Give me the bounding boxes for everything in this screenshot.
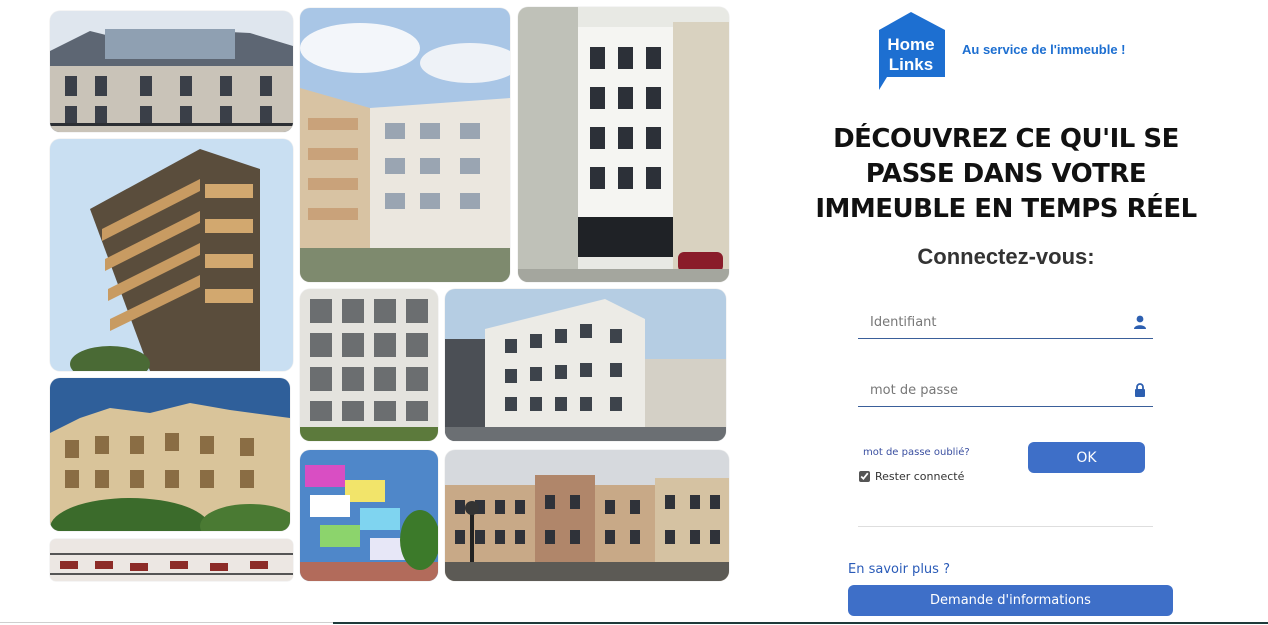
learn-more-link[interactable]: En savoir plus ?: [848, 562, 950, 577]
ok-button[interactable]: OK: [1028, 442, 1145, 473]
headline-line1: DÉCOUVREZ CE QU'IL SE: [833, 124, 1179, 154]
brand-tagline: Au service de l'immeuble !: [962, 42, 1126, 57]
user-icon: [1133, 315, 1147, 329]
headline-line3: IMMEUBLE EN TEMPS RÉEL: [815, 194, 1197, 224]
forgot-password-link[interactable]: mot de passe oublié?: [863, 447, 970, 458]
photo-collage: [0, 0, 740, 625]
headline-line2: PASSE DANS VOTRE: [865, 159, 1147, 189]
login-title: Connectez-vous:: [917, 244, 1095, 269]
corner-office-building-photo: [445, 289, 726, 441]
remember-me[interactable]: Rester connecté: [859, 470, 964, 483]
wooden-tower-photo: [50, 139, 293, 371]
logo-line2: Links: [889, 55, 933, 74]
haussmann-building-photo: [50, 378, 290, 531]
paris-rooftop-photo: [50, 11, 293, 132]
balconies-building-photo: [50, 539, 293, 581]
colorful-stacked-building-photo: [300, 450, 438, 581]
username-input[interactable]: [858, 307, 1118, 337]
glass-balcony-building-photo: [300, 289, 438, 441]
parisian-row-buildings-photo: [445, 450, 729, 581]
lock-icon: [1133, 383, 1147, 397]
divider: [858, 526, 1153, 527]
username-field: [858, 307, 1153, 339]
remember-me-checkbox[interactable]: [859, 471, 870, 482]
page-headline: DÉCOUVREZ CE QU'IL SE PASSE DANS VOTRE I…: [800, 122, 1212, 227]
wooden-courtyard-building-photo: [300, 8, 510, 282]
password-input[interactable]: [858, 375, 1118, 405]
bottom-bar: [333, 622, 1268, 624]
login-panel: Home Links Au service de l'immeuble ! DÉ…: [800, 0, 1268, 625]
logo-line1: Home: [887, 35, 934, 54]
remember-me-label: Rester connecté: [875, 470, 965, 483]
request-info-button[interactable]: Demande d'informations: [848, 585, 1173, 616]
home-links-logo: Home Links: [877, 12, 945, 92]
white-facade-building-photo: [518, 7, 729, 282]
password-field: [858, 375, 1153, 407]
